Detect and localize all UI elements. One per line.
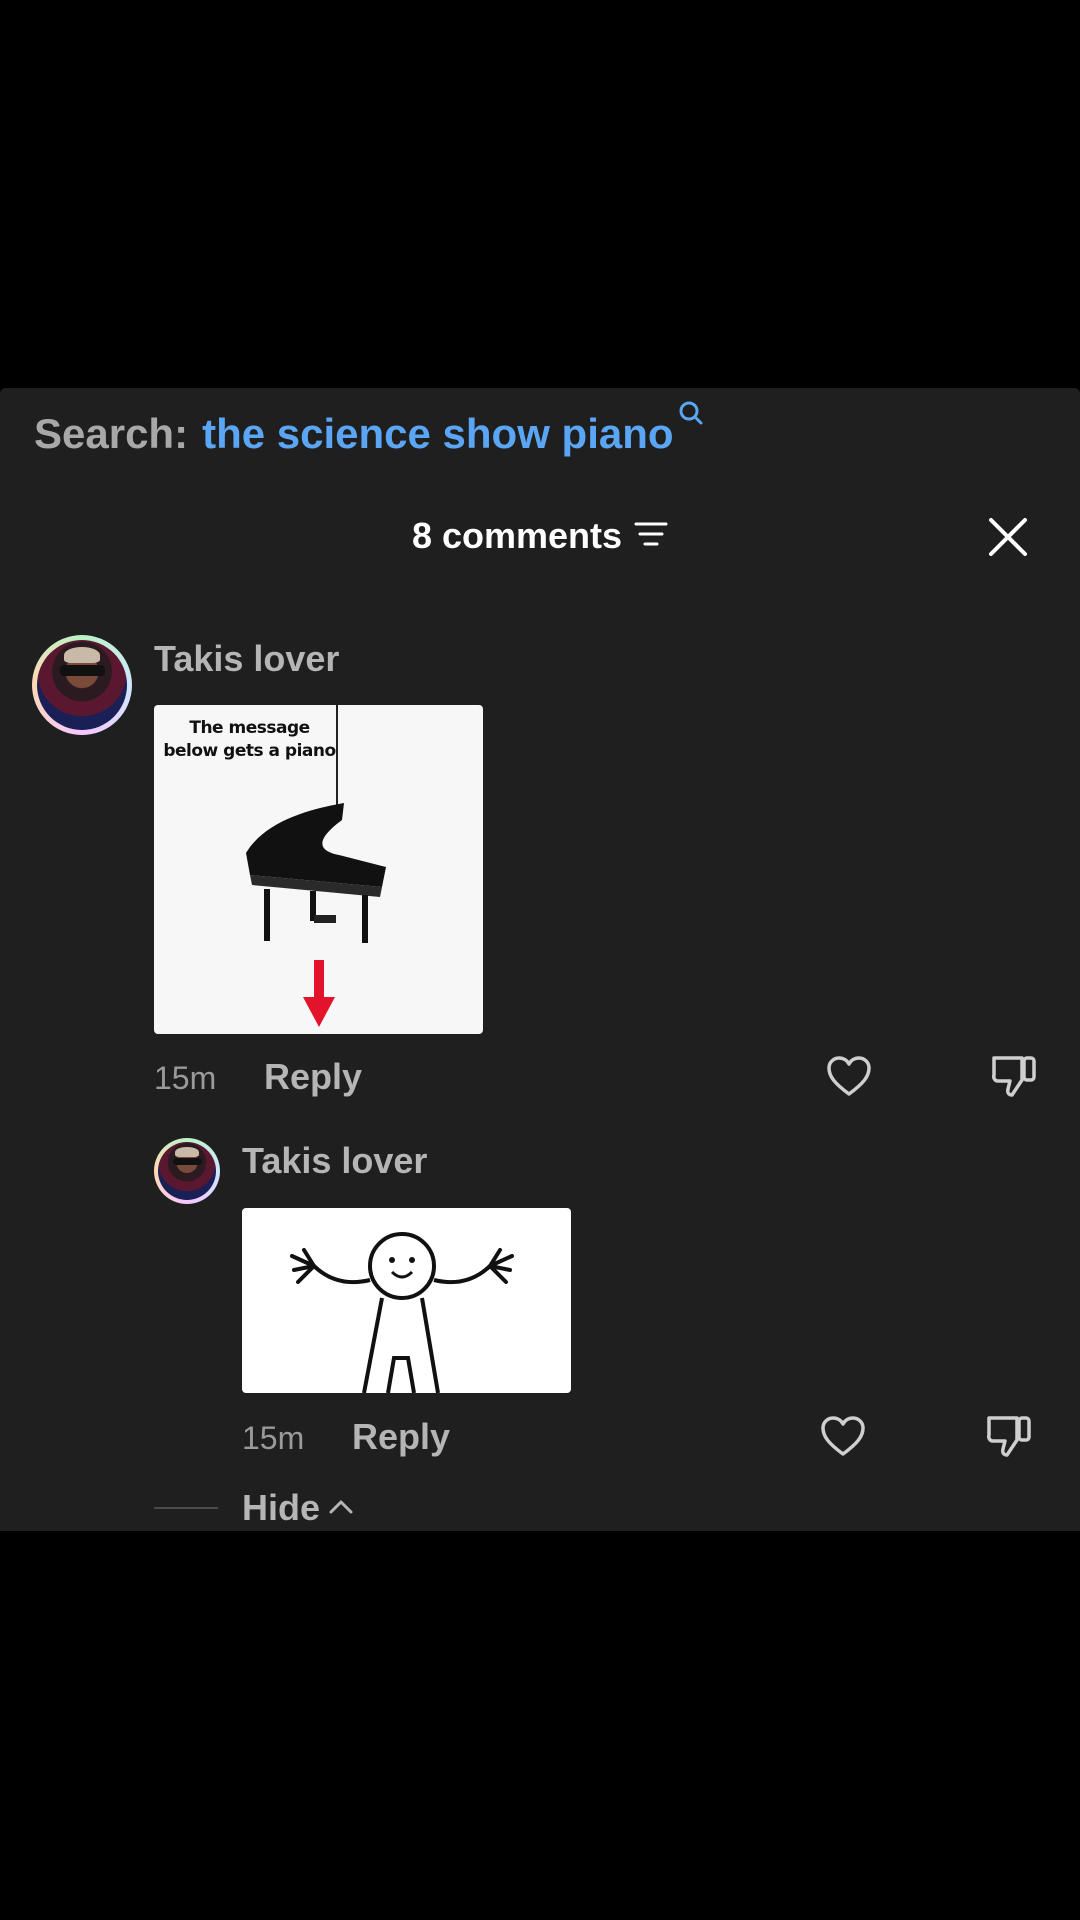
reply-username[interactable]: Takis lover	[242, 1140, 427, 1182]
hide-replies-button[interactable]: Hide	[154, 1487, 354, 1528]
heart-icon[interactable]	[820, 1416, 866, 1463]
stick-figure-illustration	[290, 1232, 514, 1393]
comment-count: 8 comments	[411, 515, 623, 556]
search-icon[interactable]	[678, 388, 704, 436]
search-suggestion[interactable]: Search: the science show piano	[34, 401, 704, 458]
thumbs-down-icon[interactable]	[985, 1412, 1033, 1463]
avatar[interactable]	[32, 635, 132, 735]
divider	[154, 1507, 218, 1509]
chevron-up-icon	[328, 1497, 354, 1520]
avatar[interactable]	[154, 1138, 220, 1204]
reply-button[interactable]: Reply	[352, 1416, 450, 1458]
reply-time: 15m	[242, 1420, 305, 1456]
comments-header: 8 comments	[0, 510, 1080, 570]
reply-button[interactable]: Reply	[264, 1056, 362, 1098]
sort-comments-button[interactable]: 8 comments	[412, 510, 668, 562]
close-icon[interactable]	[985, 514, 1031, 560]
heart-icon[interactable]	[826, 1056, 872, 1103]
reply-media-image[interactable]	[242, 1208, 571, 1393]
comment-username[interactable]: Takis lover	[154, 638, 339, 680]
hide-replies-label: Hide	[242, 1487, 321, 1528]
search-label: Search:	[34, 410, 189, 457]
comment-media-image[interactable]: The message below gets a piano	[154, 705, 483, 1034]
comments-sheet: Search: the science show piano 8 comment…	[0, 388, 1080, 1531]
search-term[interactable]: the science show piano	[202, 410, 673, 458]
piano-illustration	[246, 705, 386, 1027]
sort-lines-icon[interactable]	[634, 510, 668, 562]
thumbs-down-icon[interactable]	[990, 1052, 1038, 1103]
comment-time: 15m	[154, 1060, 217, 1096]
